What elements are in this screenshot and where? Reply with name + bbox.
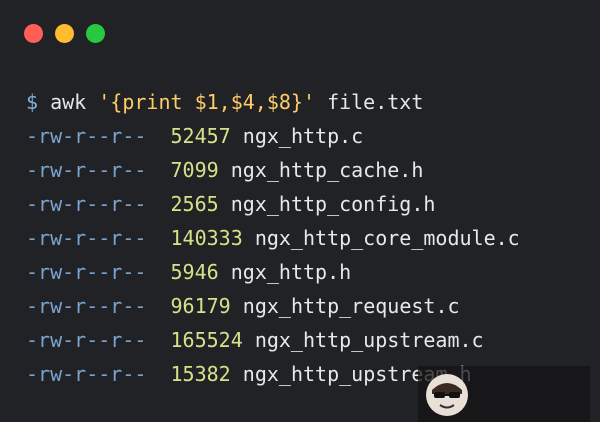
row-size: 15382 <box>170 362 231 386</box>
output-row: -rw-r--r-- 165524 ngx_http_upstream.c <box>26 323 590 357</box>
row-filename: ngx_http_config.h <box>230 192 436 216</box>
output-row: -rw-r--r-- 96179 ngx_http_request.c <box>26 289 590 323</box>
row-size: 5946 <box>170 260 219 284</box>
output-row: -rw-r--r-- 5946 ngx_http.h <box>26 255 590 289</box>
command-script: '{print $1,$4,$8}' <box>98 90 316 114</box>
row-permissions: -rw-r--r-- <box>26 124 147 148</box>
output-row: -rw-r--r-- 7099 ngx_http_cache.h <box>26 153 590 187</box>
command-file: file.txt <box>327 90 424 114</box>
terminal-window: $ awk '{print $1,$4,$8}' file.txt -rw-r-… <box>0 0 600 422</box>
output-row: -rw-r--r-- 140333 ngx_http_core_module.c <box>26 221 590 255</box>
close-icon[interactable] <box>24 24 43 43</box>
output-row: -rw-r--r-- 52457 ngx_http.c <box>26 119 590 153</box>
terminal-output: $ awk '{print $1,$4,$8}' file.txt -rw-r-… <box>26 85 590 391</box>
row-permissions: -rw-r--r-- <box>26 260 147 284</box>
row-filename: ngx_http_core_module.c <box>254 226 520 250</box>
row-permissions: -rw-r--r-- <box>26 362 147 386</box>
row-filename: ngx_http.c <box>242 124 364 148</box>
row-size: 96179 <box>170 294 231 318</box>
row-permissions: -rw-r--r-- <box>26 192 147 216</box>
row-size: 140333 <box>170 226 243 250</box>
row-filename: ngx_http_request.c <box>242 294 460 318</box>
row-size: 165524 <box>170 328 243 352</box>
prompt-symbol: $ <box>26 90 39 114</box>
row-permissions: -rw-r--r-- <box>26 226 147 250</box>
command-line: $ awk '{print $1,$4,$8}' file.txt <box>26 85 590 119</box>
minimize-icon[interactable] <box>55 24 74 43</box>
window-controls <box>24 24 105 43</box>
row-filename: ngx_http.h <box>230 260 352 284</box>
row-filename: ngx_http_cache.h <box>230 158 424 182</box>
row-permissions: -rw-r--r-- <box>26 328 147 352</box>
output-row: -rw-r--r-- 2565 ngx_http_config.h <box>26 187 590 221</box>
row-permissions: -rw-r--r-- <box>26 294 147 318</box>
avatar-icon <box>426 374 468 416</box>
row-size: 52457 <box>170 124 231 148</box>
row-size: 2565 <box>170 192 219 216</box>
row-permissions: -rw-r--r-- <box>26 158 147 182</box>
row-size: 7099 <box>170 158 219 182</box>
row-filename: ngx_http_upstream.c <box>254 328 484 352</box>
maximize-icon[interactable] <box>86 24 105 43</box>
command-program: awk <box>50 90 87 114</box>
